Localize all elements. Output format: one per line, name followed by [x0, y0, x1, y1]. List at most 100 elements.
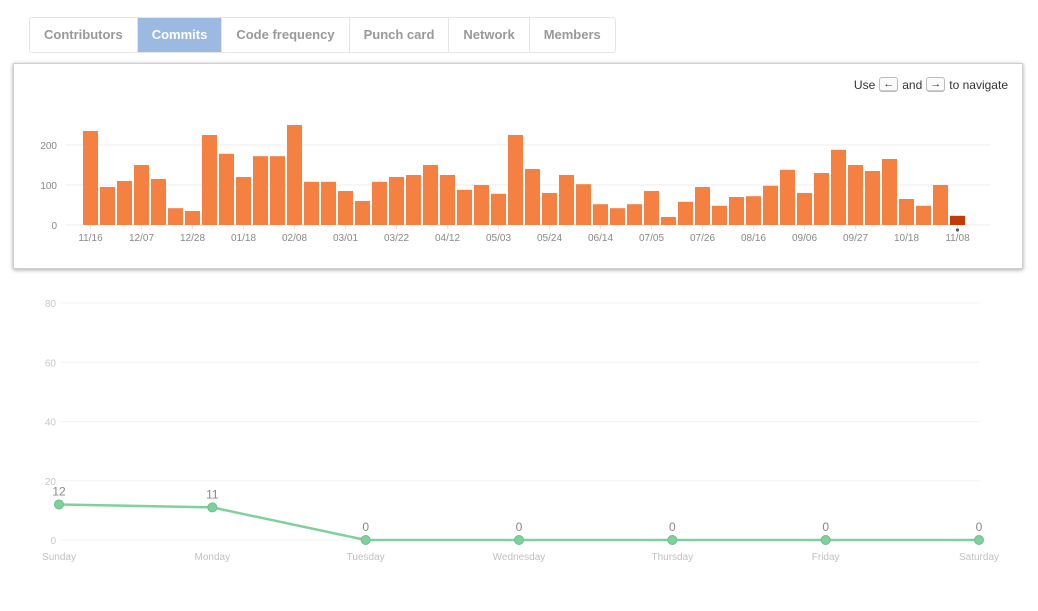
commit-bar[interactable]: [202, 135, 217, 225]
commit-bar[interactable]: [627, 204, 642, 225]
data-label: 11: [206, 487, 219, 501]
tab-members[interactable]: Members: [530, 18, 615, 52]
commit-bar[interactable]: [814, 173, 829, 225]
commit-bar[interactable]: [933, 185, 948, 225]
commit-bar[interactable]: [576, 184, 591, 225]
commit-bar[interactable]: [559, 175, 574, 225]
day-of-week-line-chart: 02040608012Sunday11Monday0Tuesday0Wednes…: [42, 299, 999, 563]
x-tick-label: 07/26: [690, 233, 715, 244]
weekly-commits-bar-chart: 0 100 200 11/16 12/07 12/28 01/18 02/08 03/01 03/…: [40, 125, 990, 244]
commit-bar[interactable]: [100, 187, 115, 225]
tab-contributors[interactable]: Contributors: [30, 18, 138, 52]
commit-bar[interactable]: [644, 191, 659, 225]
commit-bar[interactable]: [457, 189, 472, 225]
commit-bar[interactable]: [304, 181, 319, 225]
commit-bar[interactable]: [695, 187, 710, 225]
commit-bar[interactable]: [661, 217, 676, 225]
commit-bar[interactable]: [117, 181, 132, 225]
x-tick-label: 07/05: [639, 233, 664, 244]
commit-bar[interactable]: [678, 201, 693, 225]
data-label: 0: [822, 520, 829, 534]
x-tick-label: Wednesday: [493, 552, 546, 563]
data-point[interactable]: [360, 535, 371, 545]
commit-bar[interactable]: [882, 159, 897, 225]
x-tick-label: 12/28: [180, 233, 205, 244]
y-tick-label: 100: [40, 181, 57, 192]
data-point[interactable]: [514, 535, 524, 545]
x-tick-label: Sunday: [42, 552, 76, 563]
commit-bar[interactable]: [219, 153, 234, 225]
tab-network[interactable]: Network: [449, 18, 530, 52]
tab-code-frequency[interactable]: Code frequency: [222, 18, 350, 52]
y-tick-label: 60: [45, 358, 57, 369]
data-point[interactable]: [974, 535, 984, 545]
x-tick-label: 04/12: [435, 233, 460, 244]
x-tick-label: Friday: [812, 552, 840, 563]
y-tick-label: 0: [51, 221, 57, 232]
commit-bar[interactable]: [763, 185, 778, 225]
commit-bar[interactable]: [899, 199, 914, 225]
commit-bar[interactable]: [134, 165, 149, 225]
commit-bar[interactable]: [712, 205, 727, 225]
commit-bar[interactable]: [474, 185, 489, 225]
y-tick-label: 200: [40, 141, 57, 152]
commit-bar[interactable]: [355, 201, 370, 225]
data-label: 12: [52, 484, 66, 498]
commit-bar[interactable]: [542, 193, 557, 225]
commit-bar[interactable]: [848, 165, 863, 225]
x-tick-label: 11/08: [945, 233, 970, 244]
commit-bar[interactable]: [593, 204, 608, 225]
x-tick-label: 11/16: [78, 233, 103, 244]
x-tick-label: Monday: [195, 552, 231, 563]
y-tick-label: 0: [50, 536, 56, 547]
x-tick-label: 10/18: [894, 233, 919, 244]
x-tick-label: 03/01: [333, 233, 358, 244]
data-point[interactable]: [820, 535, 831, 545]
x-tick-label: Tuesday: [347, 552, 385, 563]
commit-bar[interactable]: [508, 135, 523, 225]
commit-bar[interactable]: [338, 191, 353, 225]
commit-bar[interactable]: [253, 156, 268, 225]
commit-bar[interactable]: [831, 149, 846, 225]
commit-bar[interactable]: [185, 211, 200, 225]
tab-punch-card[interactable]: Punch card: [350, 18, 450, 52]
commit-bar[interactable]: [729, 197, 744, 225]
commit-bar[interactable]: [440, 175, 455, 225]
tab-commits[interactable]: Commits: [137, 18, 223, 52]
x-tick-label: 05/03: [486, 233, 511, 244]
commit-bar[interactable]: [270, 156, 285, 225]
commit-bar[interactable]: [491, 193, 506, 225]
data-label: 0: [516, 520, 523, 534]
commit-bar[interactable]: [406, 175, 421, 225]
x-tick-label: 09/27: [843, 233, 868, 244]
data-label: 0: [976, 520, 983, 534]
commit-bar[interactable]: [83, 131, 98, 225]
data-label: 0: [362, 520, 369, 534]
commit-bar[interactable]: [746, 196, 761, 225]
commit-bar[interactable]: [610, 208, 625, 225]
commit-bar[interactable]: [389, 177, 404, 225]
x-tick-label: Saturday: [959, 552, 999, 563]
commit-bar[interactable]: [525, 169, 540, 225]
data-point[interactable]: [54, 499, 64, 510]
commit-bar[interactable]: [780, 169, 795, 225]
commit-bar[interactable]: [151, 179, 166, 225]
commit-bar[interactable]: [950, 215, 965, 225]
data-point[interactable]: [207, 502, 218, 513]
data-point[interactable]: [667, 535, 678, 545]
weekly-commits-panel: Use ← and → to navigate 0 100 200 11/16 12/0…: [13, 63, 1023, 269]
x-tick-label: 09/06: [792, 233, 817, 244]
data-label: 0: [669, 520, 676, 534]
x-tick-label: 08/16: [741, 233, 766, 244]
x-tick-label: 12/07: [129, 233, 154, 244]
commit-bar[interactable]: [236, 177, 251, 225]
graph-tabs: Contributors Commits Code frequency Punch c…: [29, 17, 616, 53]
commit-bar[interactable]: [916, 205, 931, 225]
commit-bar[interactable]: [321, 181, 336, 225]
commit-bar[interactable]: [423, 165, 438, 225]
commit-bar[interactable]: [797, 193, 812, 225]
commit-bar[interactable]: [168, 208, 183, 225]
commit-bar[interactable]: [287, 125, 302, 225]
commit-bar[interactable]: [372, 181, 387, 225]
commit-bar[interactable]: [865, 171, 880, 225]
